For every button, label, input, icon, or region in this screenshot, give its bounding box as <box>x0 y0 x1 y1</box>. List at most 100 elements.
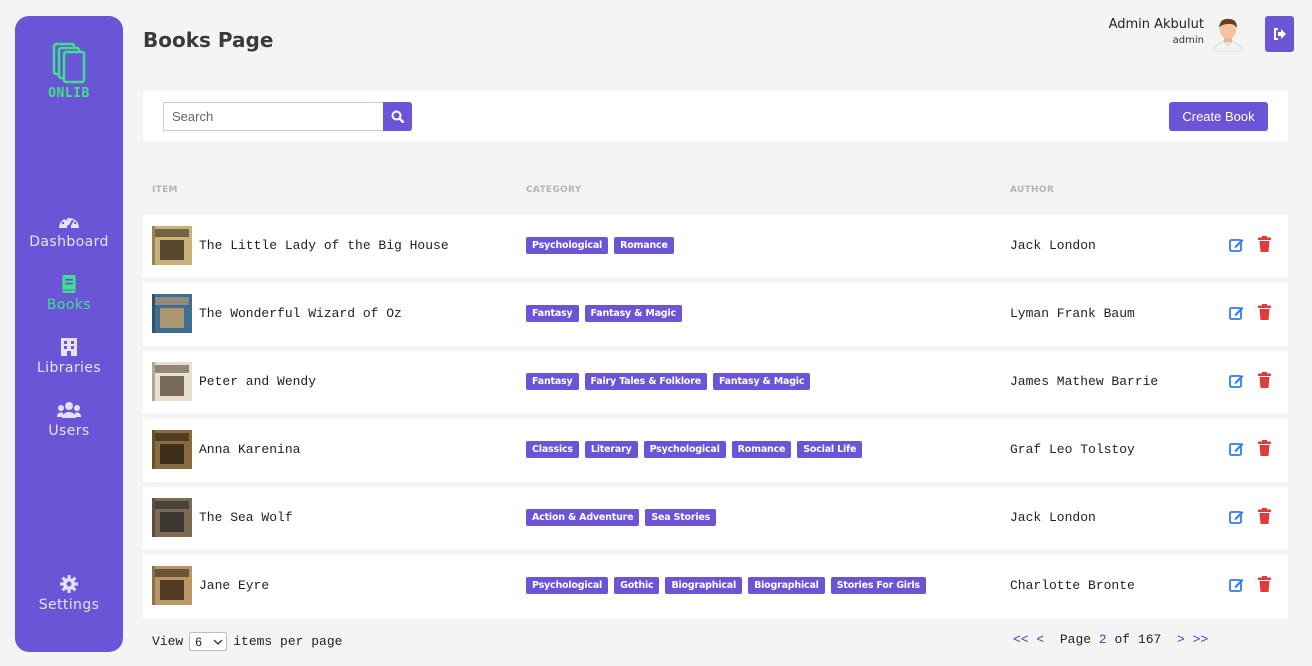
book-cover-image <box>152 294 192 333</box>
book-title[interactable]: Jane Eyre <box>199 555 269 616</box>
sidebar-item-label: Dashboard <box>29 234 109 250</box>
book-cover-image <box>152 362 192 401</box>
category-tags: Fantasy Fantasy & Magic <box>526 305 682 322</box>
books-logo-icon <box>52 42 86 84</box>
edit-icon[interactable] <box>1229 441 1244 456</box>
edit-icon[interactable] <box>1229 509 1244 524</box>
table-row: Peter and Wendy Fantasy Fairy Tales & Folk… <box>143 351 1288 414</box>
book-cover-image <box>152 566 192 605</box>
category-tag[interactable]: Psychological <box>526 237 609 254</box>
book-title[interactable]: The Little Lady of the Big House <box>199 215 449 276</box>
category-tag[interactable]: Fantasy & Magic <box>584 305 682 322</box>
trash-icon[interactable] <box>1258 508 1271 524</box>
trash-icon[interactable] <box>1258 236 1271 252</box>
of-label: of <box>1114 632 1131 647</box>
book-author: Graf Leo Tolstoy <box>1010 442 1135 457</box>
category-tag[interactable]: Classics <box>526 441 579 458</box>
next-page-link[interactable]: > <box>1177 632 1185 647</box>
book-author: Jack London <box>1010 510 1096 525</box>
category-tags: Action & Adventure Sea Stories <box>526 509 717 526</box>
current-page: 2 <box>1098 632 1107 647</box>
sidebar-item-books[interactable]: Books <box>15 275 123 313</box>
table-row: Jane Eyre Psychological Gothic Biographical… <box>143 555 1288 618</box>
sidebar: ONLIB Dashboard Books Libraries Users Se… <box>15 16 123 652</box>
sidebar-item-users[interactable]: Users <box>15 401 123 439</box>
edit-icon[interactable] <box>1229 373 1244 388</box>
book-author: James Mathew Barrie <box>1010 374 1159 389</box>
category-tag[interactable]: Gothic <box>614 577 660 594</box>
trash-icon[interactable] <box>1258 304 1271 320</box>
category-tag[interactable]: Stories For Girls <box>830 577 926 594</box>
sidebar-item-label: Books <box>46 297 92 313</box>
book-title[interactable]: Peter and Wendy <box>199 351 316 412</box>
category-tag[interactable]: Sea Stories <box>645 509 717 526</box>
sidebar-item-dashboard[interactable]: Dashboard <box>15 212 123 250</box>
book-cover-image <box>152 498 192 537</box>
category-tag[interactable]: Psychological <box>643 441 726 458</box>
per-page-control: View 6 items per page <box>152 632 342 651</box>
table-row: The Wonderful Wizard of Oz Fantasy Fantasy… <box>143 283 1288 346</box>
column-header-item: ITEM <box>152 185 178 195</box>
search-icon <box>391 110 404 123</box>
category-tag[interactable]: Literary <box>584 441 638 458</box>
user-name: Admin Akbulut <box>1108 17 1204 32</box>
category-tag[interactable]: Fantasy <box>526 305 579 322</box>
category-tag[interactable]: Fairy Tales & Folklore <box>584 373 707 390</box>
sidebar-item-label: Settings <box>38 597 100 613</box>
sidebar-item-label: Users <box>48 423 90 439</box>
category-tag[interactable]: Fantasy <box>526 373 579 390</box>
avatar[interactable] <box>1209 16 1247 52</box>
logo-text: ONLIB <box>48 86 90 101</box>
column-header-author: AUTHOR <box>1010 185 1055 195</box>
category-tag[interactable]: Biographical <box>748 577 825 594</box>
view-label: View <box>152 634 184 649</box>
per-page-select[interactable]: 6 <box>189 632 228 651</box>
edit-icon[interactable] <box>1229 305 1244 320</box>
search-button[interactable] <box>383 102 412 131</box>
category-tag[interactable]: Biographical <box>665 577 743 594</box>
gear-icon <box>60 575 78 593</box>
logo[interactable]: ONLIB <box>46 42 92 101</box>
category-tags: Fantasy Fairy Tales & Folklore Fantasy & M… <box>526 373 811 390</box>
total-pages: 167 <box>1137 632 1162 647</box>
user-info: Admin Akbulut admin <box>1109 17 1204 46</box>
category-tag[interactable]: Social Life <box>797 441 863 458</box>
book-icon <box>62 275 76 293</box>
user-role: admin <box>1172 35 1204 46</box>
logout-button[interactable] <box>1265 16 1294 52</box>
search-toolbar: Create Book <box>143 91 1288 141</box>
sign-out-icon <box>1274 28 1286 40</box>
create-book-button[interactable]: Create Book <box>1169 102 1268 131</box>
category-tags: Classics Literary Psychological Romance Soci… <box>526 441 863 458</box>
last-page-link[interactable]: >> <box>1193 632 1209 647</box>
category-tag[interactable]: Romance <box>614 237 674 254</box>
per-page-suffix: items per page <box>233 634 343 649</box>
trash-icon[interactable] <box>1258 440 1271 456</box>
category-tags: Psychological Romance <box>526 237 674 254</box>
trash-icon[interactable] <box>1258 576 1271 592</box>
category-tag[interactable]: Fantasy & Magic <box>712 373 811 390</box>
book-title[interactable]: Anna Karenina <box>199 419 300 480</box>
page-title: Books Page <box>143 28 274 52</box>
category-tag[interactable]: Action & Adventure <box>526 509 640 526</box>
sidebar-item-libraries[interactable]: Libraries <box>15 338 123 376</box>
pagination: << < Page 2 of 167 > >> <box>1013 632 1208 647</box>
edit-icon[interactable] <box>1229 577 1244 592</box>
category-tag[interactable]: Romance <box>731 441 792 458</box>
book-title[interactable]: The Sea Wolf <box>199 487 293 548</box>
column-header-category: CATEGORY <box>526 185 582 195</box>
first-page-link[interactable]: << <box>1013 632 1029 647</box>
sidebar-item-settings[interactable]: Settings <box>15 575 123 613</box>
edit-icon[interactable] <box>1229 237 1244 252</box>
chevron-down-icon <box>213 639 223 645</box>
book-title[interactable]: The Wonderful Wizard of Oz <box>199 283 402 344</box>
page-label: Page <box>1059 632 1092 647</box>
book-cover-image <box>152 430 192 469</box>
book-author: Charlotte Bronte <box>1010 578 1135 593</box>
table-row: The Sea Wolf Action & Adventure Sea Storie… <box>143 487 1288 550</box>
search-input[interactable] <box>163 102 383 131</box>
category-tag[interactable]: Psychological <box>526 577 609 594</box>
prev-page-link[interactable]: < <box>1036 632 1044 647</box>
sidebar-item-label: Libraries <box>36 360 102 376</box>
trash-icon[interactable] <box>1258 372 1271 388</box>
